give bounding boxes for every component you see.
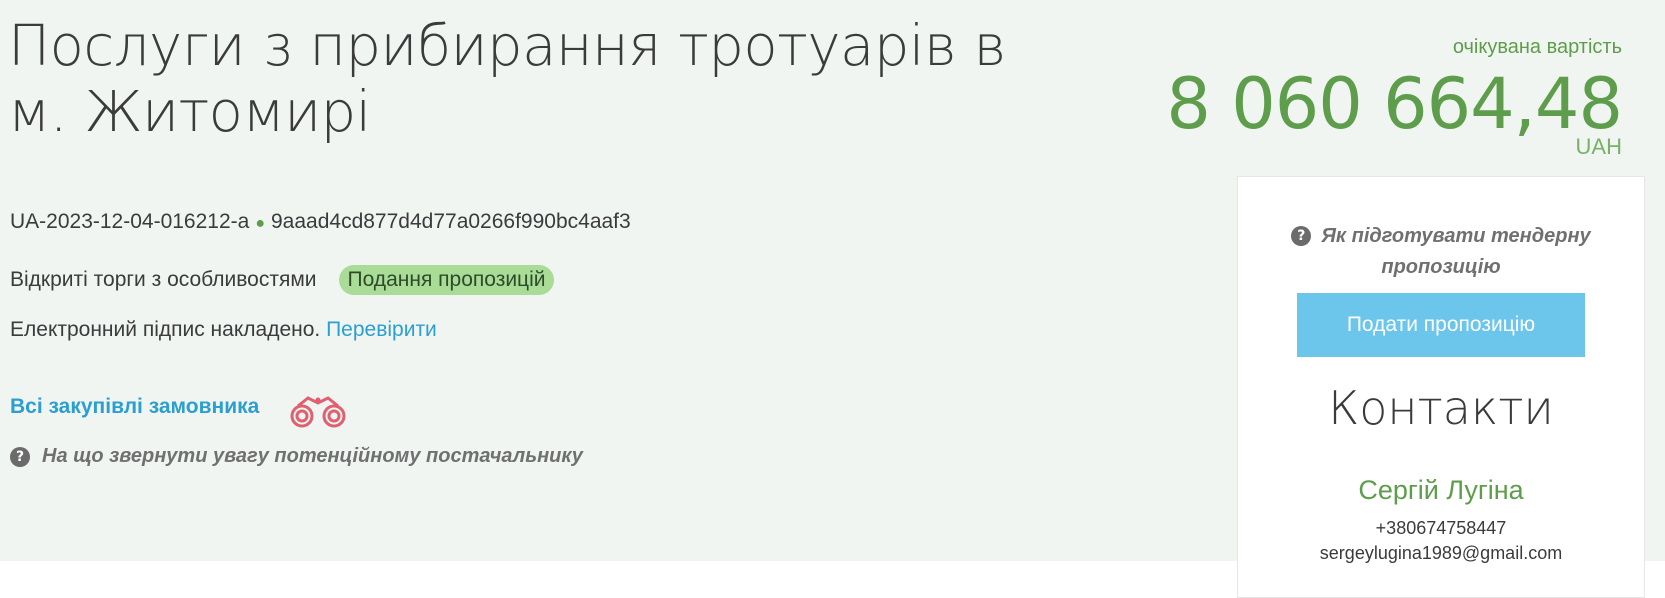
bid-preparation-hint-text: Як підготувати тендерну пропозицію — [1321, 225, 1591, 278]
contact-phone: +380674758447 — [1375, 518, 1507, 538]
check-signature-link[interactable]: Перевірити — [326, 318, 437, 341]
sidebar-panel: ? Як підготувати тендерну пропозицію Пода… — [1237, 176, 1645, 598]
separator-dot-icon: ● — [255, 215, 265, 232]
customer-purchases-link[interactable]: Всі закупівлі замовника — [10, 395, 259, 419]
procedure-type: Відкриті торги з особливостями — [10, 268, 317, 291]
expected-cost-currency: UAH — [1575, 134, 1622, 159]
signature-text: Електронний підпис накладено. — [10, 318, 321, 341]
binoculars-icon[interactable] — [288, 393, 354, 429]
bid-preparation-hint[interactable]: ? Як підготувати тендерну пропозицію — [1258, 221, 1624, 283]
status-badge: Подання пропозицій — [338, 265, 555, 295]
contact-name: Сергій Лугіна — [1358, 475, 1524, 505]
expected-cost-value: 8 060 664,48 — [1166, 63, 1623, 145]
tender-title: Послуги з прибирання тротуарів в м. Жито… — [8, 14, 1006, 145]
contacts-title: Контакти — [1328, 381, 1554, 435]
tender-identifier-row: UA-2023-12-04-016212-a ● 9aaad4cd877d4d77a… — [10, 210, 631, 234]
contact-email: sergeylugina1989@gmail.com — [1319, 543, 1563, 563]
supplier-hint-row[interactable]: ? На що звернути увагу потенційному пост… — [10, 445, 583, 468]
tender-id: UA-2023-12-04-016212-a — [10, 210, 250, 233]
supplier-hint-text: На що звернути увагу потенційному постач… — [42, 445, 583, 467]
question-circle-icon: ? — [1291, 226, 1312, 246]
procedure-row: Відкриті торги з особливостями Подання п… — [10, 265, 555, 295]
tender-hash: 9aaad4cd877d4d77a0266f990bc4aaf3 — [271, 210, 631, 233]
expected-cost-label: очікувана вартість — [1452, 36, 1622, 58]
signature-row: Електронний підпис накладено. Перевірити — [10, 318, 437, 342]
submit-bid-button[interactable]: Подати пропозицію — [1297, 293, 1585, 357]
question-circle-icon: ? — [10, 446, 30, 467]
